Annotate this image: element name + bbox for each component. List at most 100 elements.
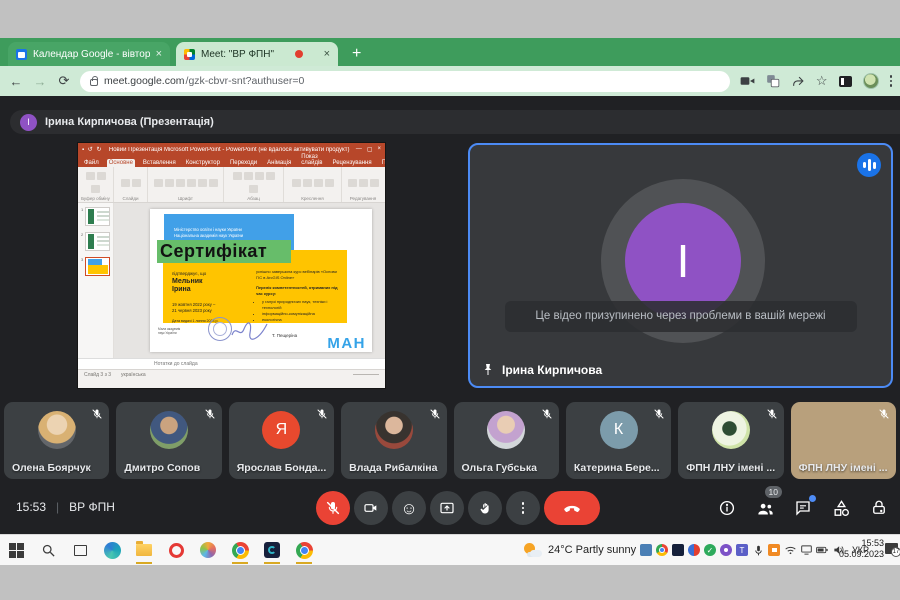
participant-logo-avatar xyxy=(711,411,750,449)
tray-dark-app-icon[interactable] xyxy=(672,544,684,556)
share-icon[interactable] xyxy=(791,75,805,88)
new-tab-button[interactable]: + xyxy=(352,42,361,66)
tab-close-icon[interactable]: × xyxy=(324,48,330,60)
mic-off-icon xyxy=(204,408,216,420)
org-mark: Мала академія наук України xyxy=(158,327,181,336)
address-bar[interactable]: meet.google.com/gzk-cbvr-snt?authuser=0 xyxy=(80,70,730,92)
back-button[interactable]: ← xyxy=(8,74,24,89)
speaker-tile[interactable]: І Це відео призупинено через проблеми в … xyxy=(468,143,893,388)
ppt-tab-home[interactable]: Основне xyxy=(106,159,135,167)
powerpoint-window-title: Новий Презентація Microsoft PowerPoint -… xyxy=(108,146,350,153)
chat-panel-button[interactable] xyxy=(792,495,816,519)
participant-tile[interactable]: ФПН ЛНУ імені ... xyxy=(678,402,784,479)
participant-tile[interactable]: Влада Рибалкіна xyxy=(341,402,447,479)
browser-tab-strip: Календар Google - вівторок, 5 вересн × M… xyxy=(0,38,900,66)
tray-viber-icon[interactable] xyxy=(720,544,732,556)
side-panel-icon[interactable] xyxy=(838,75,852,87)
start-button[interactable] xyxy=(6,538,26,562)
participant-tile[interactable]: К Катерина Бере... xyxy=(565,402,672,479)
tray-display-app-icon[interactable] xyxy=(640,544,652,556)
more-options-button[interactable] xyxy=(506,491,540,525)
participant-tile[interactable]: Ольга Губська xyxy=(453,402,559,479)
ribbon-group-editing: Редагування xyxy=(342,167,384,202)
bookmark-star-icon[interactable]: ☆ xyxy=(816,73,828,89)
notes-pane[interactable]: Нотатки до слайда xyxy=(78,358,385,369)
tray-screenshare-icon[interactable] xyxy=(768,544,780,556)
photo-app-taskbar-icon[interactable] xyxy=(198,538,218,562)
taskbar-search-button[interactable] xyxy=(38,538,58,562)
close-icon[interactable]: × xyxy=(377,146,381,153)
tray-antivirus-icon[interactable]: ✓ xyxy=(704,544,716,556)
ppt-tab-transitions[interactable]: Переходи xyxy=(228,159,259,167)
forward-button[interactable]: → xyxy=(32,74,48,89)
task-view-button[interactable] xyxy=(70,538,90,562)
tray-monitor-icon[interactable] xyxy=(800,544,812,556)
participant-photo-avatar xyxy=(374,411,413,449)
slide-thumbnail-3-selected[interactable]: 3 xyxy=(81,257,110,276)
man-logo: МАН xyxy=(327,335,366,352)
ppt-tab-design[interactable]: Конструктор xyxy=(184,159,222,167)
ppt-tab-review[interactable]: Рецензування xyxy=(330,159,373,167)
meeting-time: 15:53 xyxy=(16,500,47,514)
camera-permission-icon[interactable] xyxy=(740,75,755,87)
participant-tile[interactable]: Я Ярослав Бонда... xyxy=(228,402,335,479)
present-screen-button[interactable] xyxy=(430,491,464,525)
tray-mic-icon[interactable] xyxy=(752,544,764,556)
dark-app-taskbar-icon[interactable] xyxy=(262,538,282,564)
participants-filmstrip: Олена Боярчук Дмитро Сопов Я Ярослав Бон… xyxy=(4,402,896,479)
mic-toggle-button[interactable] xyxy=(316,491,350,525)
tab-meet[interactable]: Meet: "ВР ФПН" × xyxy=(176,42,338,66)
shared-screen-powerpoint[interactable]: ▪ ↺ ↻ Новий Презентація Microsoft PowerP… xyxy=(78,143,385,388)
presenter-banner-title: Ірина Кирпичова (Презентація) xyxy=(45,116,214,128)
tab-close-icon[interactable]: × xyxy=(156,48,162,60)
lock-icon xyxy=(90,76,98,86)
people-panel-button[interactable]: 10 xyxy=(754,486,782,519)
raise-hand-button[interactable] xyxy=(468,491,502,525)
tray-wifi-icon[interactable] xyxy=(784,544,796,556)
camera-toggle-button[interactable] xyxy=(354,491,388,525)
ppt-tab-file[interactable]: Файл xyxy=(82,159,101,167)
end-call-button[interactable] xyxy=(544,491,600,525)
edge-taskbar-icon[interactable] xyxy=(102,538,122,562)
meeting-details-button[interactable] xyxy=(716,497,738,519)
tray-battery-icon[interactable] xyxy=(816,544,828,556)
tab-label: Meet: "ВР ФПН" xyxy=(201,48,275,60)
participant-tile[interactable]: Дмитро Сопов xyxy=(116,402,222,479)
translate-icon[interactable] xyxy=(766,74,780,88)
slide-thumbnail-2[interactable]: 2 xyxy=(81,232,110,251)
taskbar-clock[interactable]: 15:53 05.09.2023 xyxy=(839,538,884,561)
tab-google-calendar[interactable]: Календар Google - вівторок, 5 вересн × xyxy=(8,42,170,66)
powerpoint-ribbon: Буфер обміну Слайди Шрифт Абзац Кресленн… xyxy=(78,167,385,203)
opera-taskbar-icon[interactable] xyxy=(166,538,186,562)
maximize-icon[interactable]: ▢ xyxy=(367,146,373,153)
tray-teams-icon[interactable]: T xyxy=(736,544,748,556)
tray-red-app-icon[interactable] xyxy=(688,544,700,556)
slide-thumbnail-1[interactable]: 1 xyxy=(81,207,110,226)
pin-icon[interactable] xyxy=(482,363,494,377)
certificate-right-column: успішно завершила курс вебінарів «Основи… xyxy=(256,269,344,323)
profile-avatar[interactable] xyxy=(862,73,879,89)
participant-video-tile[interactable]: ФПН ЛНУ імені ... xyxy=(790,402,896,479)
reload-button[interactable]: ⟳ xyxy=(56,73,72,89)
ppt-tab-slideshow[interactable]: Показ слайдів xyxy=(299,153,324,167)
ppt-tab-view[interactable]: Подання xyxy=(380,159,385,167)
chrome-active-taskbar-icon[interactable] xyxy=(294,538,314,564)
tray-chrome-icon[interactable] xyxy=(656,544,668,556)
powerpoint-status-bar: Слайд 3 з 3 українська xyxy=(78,369,385,379)
participant-initial-avatar: К xyxy=(599,411,638,449)
google-meet-favicon xyxy=(184,48,195,60)
weather-widget[interactable]: 24°C Partly sunny xyxy=(524,535,636,565)
ppt-tab-animations[interactable]: Анімація xyxy=(265,159,293,167)
reactions-button[interactable]: ☺ xyxy=(392,491,426,525)
minimize-icon[interactable]: — xyxy=(356,146,362,153)
notification-center-button[interactable]: 17 xyxy=(885,543,900,557)
activities-button[interactable] xyxy=(830,497,852,519)
host-controls-button[interactable] xyxy=(868,497,890,519)
ppt-tab-insert[interactable]: Вставлення xyxy=(141,159,178,167)
chrome-taskbar-icon[interactable] xyxy=(230,538,250,564)
windows-logo-icon xyxy=(8,542,24,558)
participant-tile[interactable]: Олена Боярчук xyxy=(4,402,110,479)
zoom-slider[interactable] xyxy=(353,374,379,375)
file-explorer-taskbar-icon[interactable] xyxy=(134,538,154,564)
browser-menu-icon[interactable] xyxy=(889,75,892,87)
